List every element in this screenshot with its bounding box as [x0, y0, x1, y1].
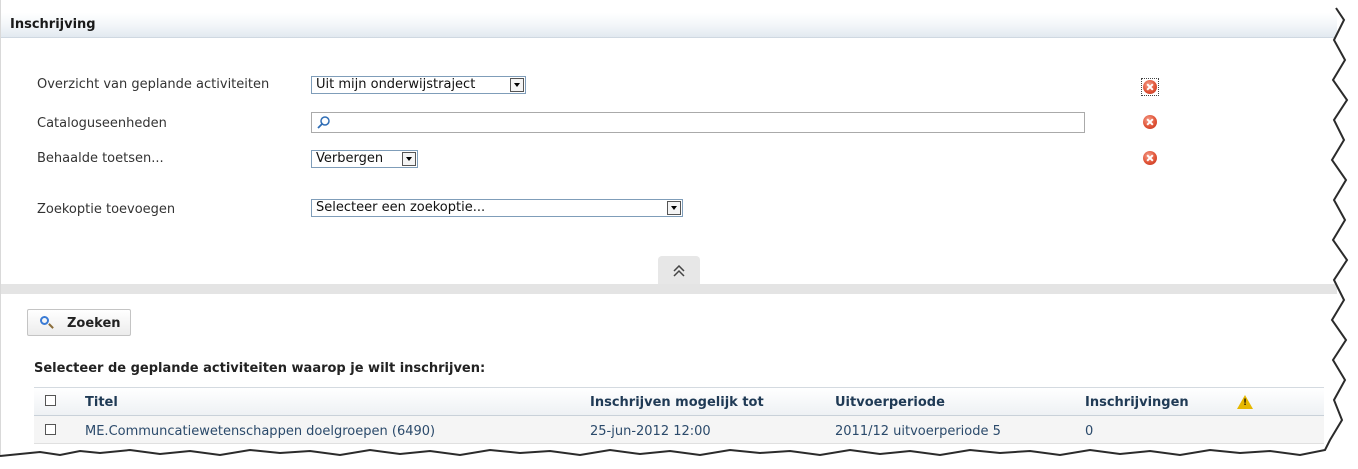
remove-activities-filter-button[interactable] — [1141, 78, 1159, 96]
double-chevron-up-icon — [673, 265, 685, 277]
magnifier-icon — [40, 316, 49, 325]
remove-filter-icon — [1143, 115, 1157, 129]
panel-titlebar: Inschrijving — [1, 13, 1337, 38]
collapse-filters-button[interactable] — [658, 256, 700, 284]
row-period: 2011/12 uitvoerperiode 5 — [835, 424, 1001, 439]
section-divider — [1, 284, 1337, 294]
chevron-down-icon — [402, 152, 416, 166]
add-option-label: Zoekoptie toevoegen — [37, 202, 176, 217]
row-title[interactable]: ME.Communcatiewetenschappen doelgroepen … — [85, 424, 435, 439]
select-all-checkbox[interactable] — [45, 395, 56, 406]
column-header-enrollments[interactable]: Inschrijvingen — [1085, 395, 1189, 410]
add-search-option-select[interactable]: Selecteer een zoekoptie... — [311, 199, 683, 217]
search-button-label: Zoeken — [67, 316, 121, 331]
activities-filter-value: Uit mijn onderwijstraject — [316, 77, 476, 92]
catalog-search-input[interactable] — [311, 112, 1085, 133]
row-select-checkbox[interactable] — [45, 424, 56, 435]
add-search-option-value: Selecteer een zoekoptie... — [316, 200, 486, 215]
selection-instruction: Selecteer de geplande activiteiten waaro… — [34, 361, 486, 376]
tests-filter-select[interactable]: Verbergen — [311, 150, 418, 168]
remove-catalog-filter-button[interactable] — [1142, 114, 1158, 130]
table-header: Titel Inschrijven mogelijk tot Uitvoerpe… — [34, 387, 1324, 416]
row-enrollments: 0 — [1085, 424, 1094, 439]
column-header-period[interactable]: Uitvoerperiode — [835, 395, 945, 410]
table-row[interactable]: ME.Communcatiewetenschappen doelgroepen … — [34, 416, 1324, 444]
remove-filter-icon — [1143, 151, 1157, 165]
remove-filter-icon — [1143, 80, 1157, 94]
magnifier-icon — [317, 116, 330, 129]
enrollment-panel: Inschrijving Overzicht van geplande acti… — [0, 0, 1337, 462]
activities-filter-select[interactable]: Uit mijn onderwijstraject — [311, 76, 526, 94]
activities-filter-label: Overzicht van geplande activiteiten — [37, 77, 270, 92]
chevron-down-icon — [510, 78, 524, 92]
column-header-title[interactable]: Titel — [85, 395, 118, 410]
chevron-down-icon — [667, 201, 681, 215]
remove-tests-filter-button[interactable] — [1142, 150, 1158, 166]
panel-title: Inschrijving — [10, 17, 96, 32]
tests-filter-value: Verbergen — [316, 151, 384, 166]
column-header-deadline[interactable]: Inschrijven mogelijk tot — [590, 395, 764, 410]
tests-filter-label: Behaalde toetsen... — [37, 151, 164, 166]
row-deadline: 25-jun-2012 12:00 — [590, 424, 711, 439]
catalog-filter-label: Cataloguseenheden — [37, 116, 167, 131]
search-button[interactable]: Zoeken — [27, 309, 131, 336]
warning-triangle-icon: ! — [1237, 395, 1253, 409]
